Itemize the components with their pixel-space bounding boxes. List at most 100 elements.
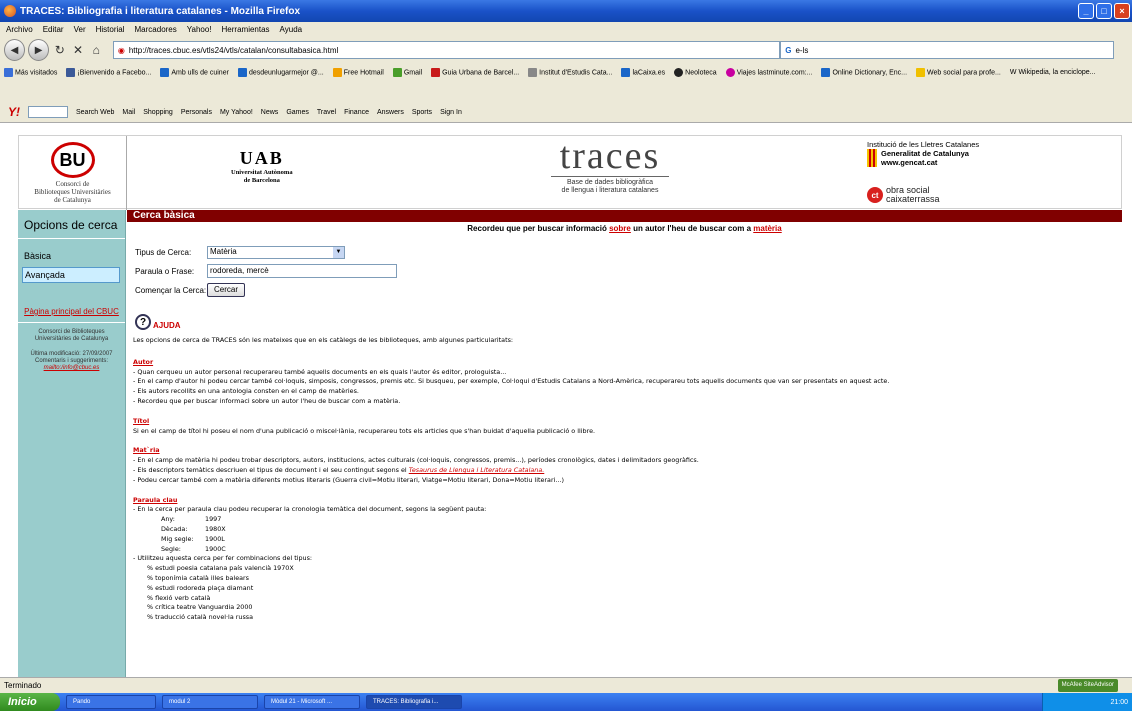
- wikipedia-icon: W: [1009, 69, 1017, 76]
- bookmark-12[interactable]: Web social para profe...: [916, 68, 1001, 77]
- yahoo-search-field[interactable]: [28, 106, 68, 118]
- bookmark-label: Guia Urbana de Barcel...: [442, 69, 520, 77]
- bookmark-1[interactable]: ¡Bienvenido a Facebo...: [66, 68, 151, 77]
- menu-editar[interactable]: Editar: [43, 25, 64, 34]
- home-button[interactable]: ⌂: [89, 42, 104, 58]
- chevron-down-icon[interactable]: ▼: [333, 246, 344, 258]
- ajuda-heading: ? AJUDA: [135, 314, 181, 330]
- example-line: % flexió verb català: [147, 593, 211, 602]
- site-icon: ◉: [117, 45, 125, 55]
- page-content: BU Consorci de Biblioteques Universitàri…: [0, 122, 1132, 677]
- mail-link[interactable]: mailto:/info@cbuc.es: [44, 365, 100, 371]
- search-value: e-ls: [795, 45, 809, 55]
- example-line: % traducció català novel·la russa: [147, 613, 254, 622]
- help-line: - Quan cerqueu un autor personal recuper…: [133, 367, 507, 376]
- pauta-label: Dècada:: [161, 524, 188, 533]
- yahoo-search-web[interactable]: Search Web: [76, 109, 114, 116]
- example-line: % crítica teatre Vanguardia 2000: [147, 603, 253, 612]
- lacaixa-icon: [621, 68, 631, 77]
- bookmark-3[interactable]: desdeunlugarmejor @...: [237, 68, 324, 77]
- url-text: http://traces.cbuc.es/vtls24/vtls/catala…: [128, 45, 339, 55]
- close-button[interactable]: ×: [1114, 3, 1130, 19]
- start-button[interactable]: Inicio: [0, 693, 60, 711]
- maximize-button[interactable]: □: [1096, 3, 1112, 19]
- yahoo-my-yahoo[interactable]: My Yahoo!: [220, 109, 253, 116]
- help-line: - Utilitzeu aquesta cerca per fer combin…: [133, 554, 313, 563]
- menu-marcadores[interactable]: Marcadores: [135, 25, 177, 34]
- hotmail-icon: [332, 68, 342, 77]
- menu-archivo[interactable]: Archivo: [6, 25, 33, 34]
- comencar-label: Començar la Cerca:: [135, 285, 207, 295]
- yahoo-games[interactable]: Games: [286, 109, 309, 116]
- help-heading-titol: Títol: [133, 416, 150, 425]
- bookmark-11[interactable]: Online Dictionary, Enc...: [821, 68, 907, 77]
- cbuc-home-link[interactable]: Pàgina principal del CBUC: [18, 307, 125, 323]
- bookmark-7[interactable]: Institut d'Estudis Cata...: [528, 68, 612, 77]
- cercar-button[interactable]: Cercar: [207, 283, 246, 297]
- stop-button[interactable]: ✕: [70, 42, 85, 58]
- bookmark-label: Más visitados: [15, 69, 58, 77]
- sidebar-item-basica[interactable]: Bàsica: [22, 249, 125, 263]
- pauta-value: 1997: [205, 515, 222, 524]
- reload-button[interactable]: ↻: [52, 42, 67, 58]
- uab-text-line: Universitat Autònoma: [231, 169, 293, 176]
- yahoo-shopping[interactable]: Shopping: [143, 109, 173, 116]
- cbuc-logo-box: BU Consorci de Biblioteques Universitàri…: [19, 136, 127, 210]
- menu-herramientas[interactable]: Herramientas: [222, 25, 270, 34]
- taskbar-item-pando[interactable]: Pando: [66, 695, 156, 709]
- menu-ver[interactable]: Ver: [74, 25, 86, 34]
- taskbar-item-modul2[interactable]: modul 2: [162, 695, 258, 709]
- sidebar-item-avancada[interactable]: Avançada: [22, 267, 120, 283]
- taskbar-item-word[interactable]: Mòdul 21 - Microsoft ...: [264, 695, 360, 709]
- yahoo-sports[interactable]: Sports: [412, 109, 432, 116]
- bookmark-label: Wikipedia, la enciclope...: [1018, 69, 1096, 76]
- tesaurus-link[interactable]: Tesaurus de Llengua i Literatura Catalan…: [409, 466, 545, 474]
- system-tray: 21:00: [1042, 693, 1132, 711]
- ct-logo-icon: ct: [867, 187, 883, 203]
- search-box[interactable]: G e-ls: [780, 41, 1115, 59]
- notice-link-materia[interactable]: matèria: [753, 224, 781, 233]
- yahoo-mail[interactable]: Mail: [122, 109, 135, 116]
- tipus-label: Tipus de Cerca:: [135, 247, 192, 257]
- ajuda-title: AJUDA: [153, 321, 181, 330]
- tipus-select[interactable]: Matèria ▼: [207, 245, 345, 259]
- help-line: - Podeu cercar també com a matèria difer…: [133, 475, 564, 484]
- bookmark-8[interactable]: laCaixa.es: [621, 68, 665, 77]
- pauta-value: 1900L: [205, 534, 225, 543]
- bookmark-10[interactable]: Viajes lastminute.com:...: [725, 68, 812, 77]
- yahoo-logo-icon[interactable]: Y!: [8, 105, 20, 119]
- mcafee-siteadvisor-button[interactable]: McAfee SiteAdvisor: [1057, 679, 1118, 692]
- paraula-label: Paraula o Frase:: [135, 266, 195, 276]
- notice-link-sobre[interactable]: sobre: [609, 224, 631, 233]
- bookmark-0[interactable]: Más visitados: [4, 68, 57, 77]
- paraula-input[interactable]: rodoreda, mercè: [207, 264, 397, 278]
- gmail-icon: [392, 68, 402, 77]
- back-button[interactable]: ◀: [4, 39, 26, 61]
- menu-historial[interactable]: Historial: [96, 25, 125, 34]
- bookmark-5[interactable]: Gmail: [392, 68, 422, 77]
- minimize-button[interactable]: _: [1078, 3, 1094, 19]
- bookmark-2[interactable]: Amb ulls de cuiner: [160, 68, 229, 77]
- bookmark-4[interactable]: Free Hotmail: [332, 68, 384, 77]
- menu-ayuda[interactable]: Ayuda: [280, 25, 303, 34]
- url-bar[interactable]: ◉ http://traces.cbuc.es/vtls24/vtls/cata…: [112, 41, 781, 59]
- yahoo-news[interactable]: News: [261, 109, 279, 116]
- window-title: TRACES: Bibliografia i literatura catala…: [20, 5, 301, 17]
- folder-icon: [916, 68, 926, 77]
- uab-logo-text: UAB: [239, 148, 284, 168]
- yahoo-sign-in[interactable]: Sign In: [440, 109, 462, 116]
- yahoo-personals[interactable]: Personals: [181, 109, 212, 116]
- menu-yahoo[interactable]: Yahoo!: [187, 25, 212, 34]
- taskbar-item-firefox[interactable]: TRACES: Bibliografia i...: [366, 695, 462, 709]
- bookmark-9[interactable]: Neoloteca: [674, 68, 717, 77]
- bookmark-6[interactable]: Guia Urbana de Barcel...: [431, 68, 519, 77]
- yahoo-travel[interactable]: Travel: [317, 109, 336, 116]
- bookmark-label: ¡Bienvenido a Facebo...: [77, 69, 152, 77]
- yahoo-answers[interactable]: Answers: [377, 109, 404, 116]
- sidebar-title: Opcions de cerca: [18, 210, 125, 239]
- comments-label: Comentaris i suggeriments:: [34, 358, 109, 364]
- forward-button[interactable]: ▶: [28, 39, 50, 61]
- bookmark-13[interactable]: W Wikipedia, la enciclope...: [1010, 69, 1096, 76]
- yahoo-finance[interactable]: Finance: [344, 109, 369, 116]
- clock[interactable]: 21:00: [1110, 699, 1128, 706]
